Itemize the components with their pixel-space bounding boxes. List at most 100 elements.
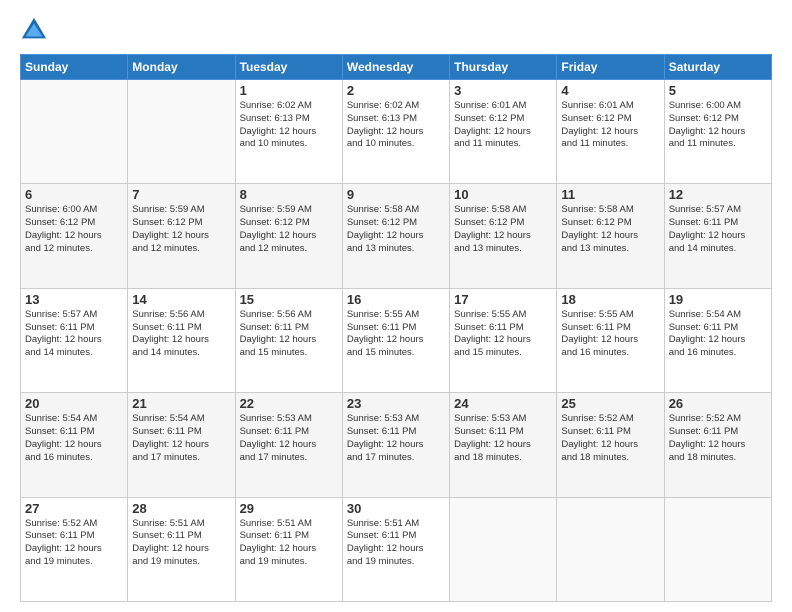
day-number: 13 (25, 292, 123, 307)
calendar-cell (450, 497, 557, 601)
day-number: 5 (669, 83, 767, 98)
day-number: 16 (347, 292, 445, 307)
day-info: Sunrise: 5:52 AM Sunset: 6:11 PM Dayligh… (25, 518, 123, 569)
weekday-header-friday: Friday (557, 55, 664, 80)
day-info: Sunrise: 6:01 AM Sunset: 6:12 PM Dayligh… (561, 100, 659, 151)
day-info: Sunrise: 5:55 AM Sunset: 6:11 PM Dayligh… (561, 309, 659, 360)
day-number: 30 (347, 501, 445, 516)
week-row-1: 1 Sunrise: 6:02 AM Sunset: 6:13 PM Daylig… (21, 80, 772, 184)
weekday-header-sunday: Sunday (21, 55, 128, 80)
calendar-cell: 16 Sunrise: 5:55 AM Sunset: 6:11 PM Dayli… (342, 288, 449, 392)
day-number: 23 (347, 396, 445, 411)
day-number: 2 (347, 83, 445, 98)
day-info: Sunrise: 6:00 AM Sunset: 6:12 PM Dayligh… (669, 100, 767, 151)
calendar-cell: 25 Sunrise: 5:52 AM Sunset: 6:11 PM Dayli… (557, 393, 664, 497)
day-info: Sunrise: 5:55 AM Sunset: 6:11 PM Dayligh… (454, 309, 552, 360)
calendar-cell: 7 Sunrise: 5:59 AM Sunset: 6:12 PM Daylig… (128, 184, 235, 288)
day-number: 4 (561, 83, 659, 98)
calendar-cell: 30 Sunrise: 5:51 AM Sunset: 6:11 PM Dayli… (342, 497, 449, 601)
day-info: Sunrise: 5:54 AM Sunset: 6:11 PM Dayligh… (669, 309, 767, 360)
week-row-4: 20 Sunrise: 5:54 AM Sunset: 6:11 PM Dayli… (21, 393, 772, 497)
day-info: Sunrise: 5:58 AM Sunset: 6:12 PM Dayligh… (454, 204, 552, 255)
calendar-cell: 4 Sunrise: 6:01 AM Sunset: 6:12 PM Daylig… (557, 80, 664, 184)
day-number: 3 (454, 83, 552, 98)
calendar-cell: 10 Sunrise: 5:58 AM Sunset: 6:12 PM Dayli… (450, 184, 557, 288)
day-number: 17 (454, 292, 552, 307)
day-number: 12 (669, 187, 767, 202)
day-number: 22 (240, 396, 338, 411)
day-info: Sunrise: 5:53 AM Sunset: 6:11 PM Dayligh… (240, 413, 338, 464)
day-number: 27 (25, 501, 123, 516)
day-info: Sunrise: 5:52 AM Sunset: 6:11 PM Dayligh… (669, 413, 767, 464)
calendar-table: SundayMondayTuesdayWednesdayThursdayFrid… (20, 54, 772, 602)
logo-icon (20, 16, 48, 44)
calendar-cell: 28 Sunrise: 5:51 AM Sunset: 6:11 PM Dayli… (128, 497, 235, 601)
day-number: 26 (669, 396, 767, 411)
day-info: Sunrise: 5:51 AM Sunset: 6:11 PM Dayligh… (240, 518, 338, 569)
calendar-cell: 13 Sunrise: 5:57 AM Sunset: 6:11 PM Dayli… (21, 288, 128, 392)
day-info: Sunrise: 6:02 AM Sunset: 6:13 PM Dayligh… (240, 100, 338, 151)
day-number: 10 (454, 187, 552, 202)
weekday-header-thursday: Thursday (450, 55, 557, 80)
calendar-cell: 18 Sunrise: 5:55 AM Sunset: 6:11 PM Dayli… (557, 288, 664, 392)
weekday-header-row: SundayMondayTuesdayWednesdayThursdayFrid… (21, 55, 772, 80)
calendar-cell: 24Sunrise: 5:53 AM Sunset: 6:11 PM Dayli… (450, 393, 557, 497)
logo (20, 16, 52, 44)
day-info: Sunrise: 5:58 AM Sunset: 6:12 PM Dayligh… (347, 204, 445, 255)
day-number: 8 (240, 187, 338, 202)
day-number: 19 (669, 292, 767, 307)
calendar-cell: 23 Sunrise: 5:53 AM Sunset: 6:11 PM Dayli… (342, 393, 449, 497)
calendar-cell: 26 Sunrise: 5:52 AM Sunset: 6:11 PM Dayli… (664, 393, 771, 497)
day-number: 9 (347, 187, 445, 202)
day-info: Sunrise: 6:00 AM Sunset: 6:12 PM Dayligh… (25, 204, 123, 255)
day-info: Sunrise: 5:59 AM Sunset: 6:12 PM Dayligh… (240, 204, 338, 255)
calendar-cell: 27 Sunrise: 5:52 AM Sunset: 6:11 PM Dayli… (21, 497, 128, 601)
calendar-cell: 22 Sunrise: 5:53 AM Sunset: 6:11 PM Dayli… (235, 393, 342, 497)
day-number: 18 (561, 292, 659, 307)
day-info: Sunrise: 5:55 AM Sunset: 6:11 PM Dayligh… (347, 309, 445, 360)
day-number: 28 (132, 501, 230, 516)
week-row-2: 6 Sunrise: 6:00 AM Sunset: 6:12 PM Daylig… (21, 184, 772, 288)
calendar-cell: 9 Sunrise: 5:58 AM Sunset: 6:12 PM Daylig… (342, 184, 449, 288)
weekday-header-tuesday: Tuesday (235, 55, 342, 80)
calendar-cell: 12 Sunrise: 5:57 AM Sunset: 6:11 PM Dayli… (664, 184, 771, 288)
day-info: Sunrise: 5:53 AM Sunset: 6:11 PM Dayligh… (347, 413, 445, 464)
day-info: Sunrise: 5:52 AM Sunset: 6:11 PM Dayligh… (561, 413, 659, 464)
day-info: Sunrise: 5:51 AM Sunset: 6:11 PM Dayligh… (347, 518, 445, 569)
calendar-cell: 29 Sunrise: 5:51 AM Sunset: 6:11 PM Dayli… (235, 497, 342, 601)
calendar-cell: 14Sunrise: 5:56 AM Sunset: 6:11 PM Dayli… (128, 288, 235, 392)
day-number: 7 (132, 187, 230, 202)
calendar-cell: 19 Sunrise: 5:54 AM Sunset: 6:11 PM Dayli… (664, 288, 771, 392)
calendar-cell: 20 Sunrise: 5:54 AM Sunset: 6:11 PM Dayli… (21, 393, 128, 497)
day-info: Sunrise: 5:54 AM Sunset: 6:11 PM Dayligh… (25, 413, 123, 464)
day-number: 11 (561, 187, 659, 202)
day-info: Sunrise: 5:59 AM Sunset: 6:12 PM Dayligh… (132, 204, 230, 255)
week-row-3: 13 Sunrise: 5:57 AM Sunset: 6:11 PM Dayli… (21, 288, 772, 392)
day-number: 21 (132, 396, 230, 411)
weekday-header-monday: Monday (128, 55, 235, 80)
calendar-cell: 2Sunrise: 6:02 AM Sunset: 6:13 PM Daylig… (342, 80, 449, 184)
page: SundayMondayTuesdayWednesdayThursdayFrid… (0, 0, 792, 612)
day-number: 14 (132, 292, 230, 307)
calendar-cell: 1 Sunrise: 6:02 AM Sunset: 6:13 PM Daylig… (235, 80, 342, 184)
day-number: 1 (240, 83, 338, 98)
day-number: 20 (25, 396, 123, 411)
calendar-cell: 21Sunrise: 5:54 AM Sunset: 6:11 PM Dayli… (128, 393, 235, 497)
day-number: 6 (25, 187, 123, 202)
day-number: 25 (561, 396, 659, 411)
day-number: 15 (240, 292, 338, 307)
calendar-cell (557, 497, 664, 601)
calendar-cell: 11 Sunrise: 5:58 AM Sunset: 6:12 PM Dayli… (557, 184, 664, 288)
week-row-5: 27 Sunrise: 5:52 AM Sunset: 6:11 PM Dayli… (21, 497, 772, 601)
day-number: 24 (454, 396, 552, 411)
day-info: Sunrise: 5:57 AM Sunset: 6:11 PM Dayligh… (25, 309, 123, 360)
weekday-header-saturday: Saturday (664, 55, 771, 80)
day-info: Sunrise: 5:51 AM Sunset: 6:11 PM Dayligh… (132, 518, 230, 569)
calendar-cell (21, 80, 128, 184)
calendar-cell (664, 497, 771, 601)
day-info: Sunrise: 5:58 AM Sunset: 6:12 PM Dayligh… (561, 204, 659, 255)
calendar-cell: 5 Sunrise: 6:00 AM Sunset: 6:12 PM Daylig… (664, 80, 771, 184)
day-info: Sunrise: 5:57 AM Sunset: 6:11 PM Dayligh… (669, 204, 767, 255)
day-number: 29 (240, 501, 338, 516)
day-info: Sunrise: 5:56 AM Sunset: 6:11 PM Dayligh… (240, 309, 338, 360)
